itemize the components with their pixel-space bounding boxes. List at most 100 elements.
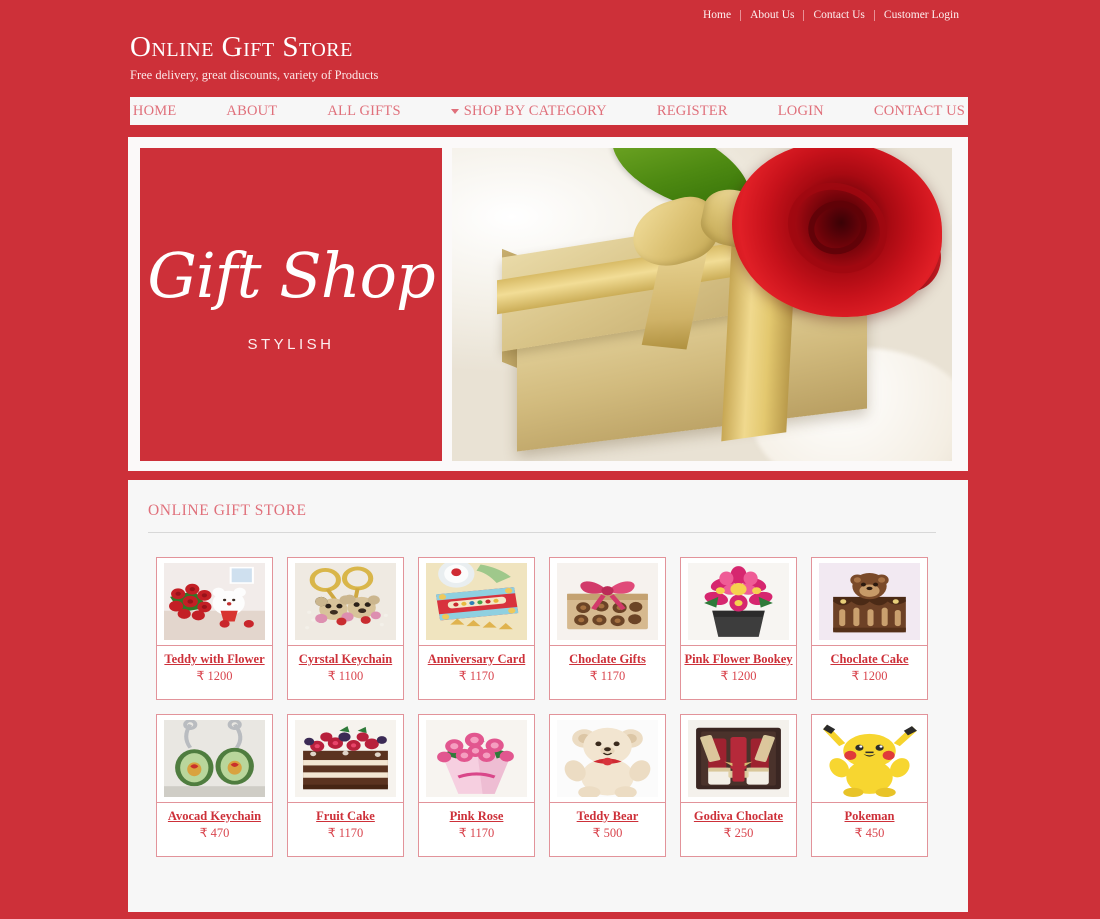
banner-gift-photo: [452, 148, 952, 461]
product-image-wrapper[interactable]: [550, 558, 665, 646]
product-meta: Choclate Cake ₹ 1200: [812, 646, 927, 699]
product-image-wrapper[interactable]: [288, 715, 403, 803]
nav-item-login[interactable]: LOGIN: [753, 103, 849, 120]
product-image-wrapper[interactable]: [157, 558, 272, 646]
nav-item-register[interactable]: REGISTER: [632, 103, 753, 120]
product-price: ₹ 1170: [327, 826, 364, 840]
top-link-customer-login[interactable]: Customer Login: [875, 9, 968, 22]
main-navigation: HOME ABOUT ALL GIFTS SHOP BY CATEGORY RE…: [130, 97, 968, 128]
product-meta: Avocad Keychain ₹ 470: [157, 803, 272, 856]
product-meta: Pokeman ₹ 450: [812, 803, 927, 856]
nav-item-label: ALL GIFTS: [327, 102, 401, 119]
product-image-wrapper[interactable]: [681, 715, 796, 803]
nav-item-label: ABOUT: [226, 102, 278, 119]
product-name-link[interactable]: Avocad Keychain: [159, 809, 270, 823]
pink-rose-bouquet-image: [426, 720, 527, 797]
nav-item-label: SHOP BY CATEGORY: [463, 102, 607, 119]
product-card[interactable]: Fruit Cake ₹ 1170: [287, 714, 404, 857]
godiva-chocolate-image: [688, 720, 789, 797]
teddy-with-flower-image: [164, 563, 265, 640]
chevron-down-icon: [450, 108, 459, 114]
product-card[interactable]: Pink Rose ₹ 1170: [418, 714, 535, 857]
product-name-link[interactable]: Pokeman: [814, 809, 925, 823]
product-grid: Teddy with Flower ₹ 1200 Cyrstal Keychai…: [148, 533, 936, 857]
content-panel: ONLINE GIFT STORE Teddy with Flower ₹ 12…: [128, 480, 968, 912]
nav-item-label: CONTACT US: [873, 102, 966, 119]
product-card[interactable]: Pink Flower Bookey ₹ 1200: [680, 557, 797, 700]
product-image-wrapper[interactable]: [157, 715, 272, 803]
product-name-link[interactable]: Godiva Choclate: [683, 809, 794, 823]
product-meta: Teddy with Flower ₹ 1200: [157, 646, 272, 699]
nav-item-home[interactable]: HOME: [108, 103, 202, 120]
product-image-wrapper[interactable]: [419, 558, 534, 646]
teddy-bear-image: [557, 720, 658, 797]
nav-item-shop-by-category[interactable]: SHOP BY CATEGORY: [426, 103, 632, 120]
main-navigation-list: HOME ABOUT ALL GIFTS SHOP BY CATEGORY RE…: [108, 103, 990, 120]
product-meta: Anniversary Card ₹ 1170: [419, 646, 534, 699]
product-price: ₹ 1170: [458, 826, 495, 840]
product-name-link[interactable]: Choclate Cake: [814, 652, 925, 666]
top-link-home[interactable]: Home: [694, 9, 740, 22]
product-price: ₹ 1200: [196, 669, 233, 683]
product-card[interactable]: Choclate Gifts ₹ 1170: [549, 557, 666, 700]
top-utility-bar: Home About Us Contact Us Customer Login: [0, 0, 1100, 26]
banner-row: Gift Shop STYLISH: [140, 148, 952, 461]
chocolate-gifts-image: [557, 563, 658, 640]
product-card[interactable]: Teddy Bear ₹ 500: [549, 714, 666, 857]
product-meta: Godiva Choclate ₹ 250: [681, 803, 796, 856]
product-card[interactable]: Teddy with Flower ₹ 1200: [156, 557, 273, 700]
product-image-wrapper[interactable]: [419, 715, 534, 803]
fruit-cake-image: [295, 720, 396, 797]
avocado-keychain-image: [164, 720, 265, 797]
product-card[interactable]: Godiva Choclate ₹ 250: [680, 714, 797, 857]
nav-item-about[interactable]: ABOUT: [201, 103, 302, 120]
product-card[interactable]: Cyrstal Keychain ₹ 1100: [287, 557, 404, 700]
product-image-wrapper[interactable]: [812, 715, 927, 803]
product-price: ₹ 1200: [720, 669, 757, 683]
product-name-link[interactable]: Cyrstal Keychain: [290, 652, 401, 666]
nav-item-label: LOGIN: [777, 102, 824, 119]
nav-item-all-gifts[interactable]: ALL GIFTS: [302, 103, 425, 120]
banner-script-text: Gift Shop: [147, 239, 435, 312]
product-card[interactable]: Choclate Cake ₹ 1200: [811, 557, 928, 700]
page-title: ONLINE GIFT STORE: [148, 502, 307, 519]
product-meta: Pink Rose ₹ 1170: [419, 803, 534, 856]
site-branding: Online Gift Store Free delivery, great d…: [0, 26, 1100, 83]
product-card[interactable]: Avocad Keychain ₹ 470: [156, 714, 273, 857]
top-link-about-us[interactable]: About Us: [741, 9, 803, 22]
product-price: ₹ 1100: [327, 669, 364, 683]
product-name-link[interactable]: Pink Flower Bookey: [683, 652, 794, 666]
product-image-wrapper[interactable]: [288, 558, 403, 646]
product-name-link[interactable]: Fruit Cake: [290, 809, 401, 823]
banner-panel: Gift Shop STYLISH: [128, 137, 968, 471]
red-rose-icon: [724, 148, 952, 318]
product-meta: Cyrstal Keychain ₹ 1100: [288, 646, 403, 699]
product-image-wrapper[interactable]: [812, 558, 927, 646]
pikachu-plush-image: [819, 720, 920, 797]
nav-item-label: HOME: [132, 102, 177, 119]
top-link-contact-us[interactable]: Contact Us: [804, 9, 873, 22]
product-image-wrapper[interactable]: [681, 558, 796, 646]
product-card[interactable]: Anniversary Card ₹ 1170: [418, 557, 535, 700]
product-price: ₹ 470: [199, 826, 230, 840]
product-meta: Fruit Cake ₹ 1170: [288, 803, 403, 856]
anniversary-card-image: [426, 563, 527, 640]
product-name-link[interactable]: Pink Rose: [421, 809, 532, 823]
product-price: ₹ 250: [723, 826, 754, 840]
top-utility-links: Home About Us Contact Us Customer Login: [694, 9, 968, 22]
site-title: Online Gift Store: [130, 31, 353, 63]
banner-gift-shop-logo: Gift Shop STYLISH: [140, 148, 442, 461]
product-meta: Pink Flower Bookey ₹ 1200: [681, 646, 796, 699]
product-image-wrapper[interactable]: [550, 715, 665, 803]
product-price: ₹ 1170: [458, 669, 495, 683]
pink-flower-bouquet-image: [688, 563, 789, 640]
site-tagline: Free delivery, great discounts, variety …: [130, 68, 379, 82]
product-name-link[interactable]: Teddy Bear: [552, 809, 663, 823]
product-name-link[interactable]: Anniversary Card: [421, 652, 532, 666]
product-name-link[interactable]: Choclate Gifts: [552, 652, 663, 666]
product-meta: Teddy Bear ₹ 500: [550, 803, 665, 856]
product-name-link[interactable]: Teddy with Flower: [159, 652, 270, 666]
product-card[interactable]: Pokeman ₹ 450: [811, 714, 928, 857]
nav-item-contact-us[interactable]: CONTACT US: [849, 103, 990, 120]
banner-sub-text: STYLISH: [247, 336, 335, 353]
